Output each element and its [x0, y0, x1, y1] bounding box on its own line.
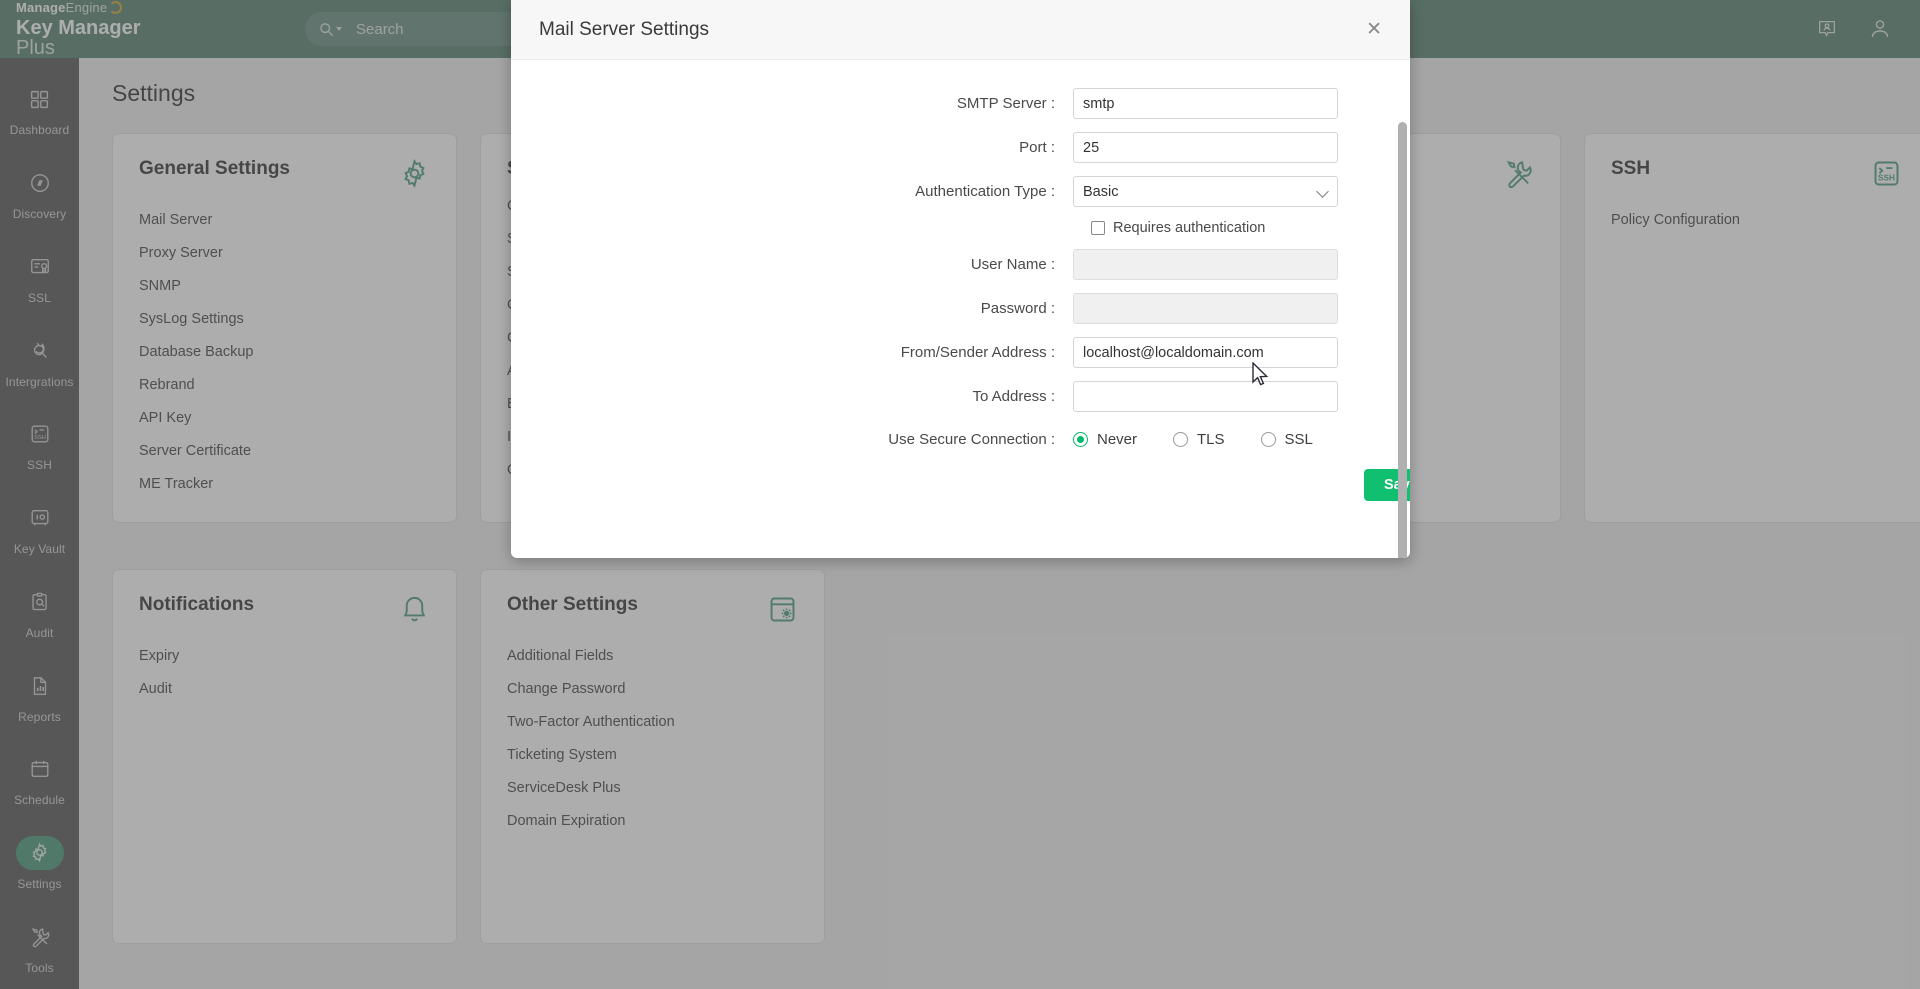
- field-row-authentication-type: Authentication Type : Basic: [511, 176, 1410, 207]
- requires-authentication-label: Requires authentication: [1113, 220, 1265, 236]
- smtp-server-label: SMTP Server :: [511, 95, 1073, 112]
- user-name-label: User Name :: [511, 256, 1073, 273]
- field-row-smtp-server: SMTP Server :: [511, 88, 1410, 119]
- password-input[interactable]: [1073, 293, 1338, 324]
- to-address-label: To Address :: [511, 388, 1073, 405]
- dialog-body: SMTP Server : Port : Authentication Type…: [511, 60, 1410, 558]
- from-sender-address-label: From/Sender Address :: [511, 344, 1073, 361]
- dialog-header: Mail Server Settings ✕: [511, 0, 1410, 60]
- field-row-password: Password :: [511, 293, 1410, 324]
- mail-server-settings-dialog: Mail Server Settings ✕ SMTP Server : Por…: [511, 0, 1410, 558]
- secure-connection-radio-group: Never TLS SSL: [1073, 431, 1313, 448]
- dialog-title: Mail Server Settings: [539, 19, 709, 41]
- radio-ssl-input[interactable]: [1261, 432, 1276, 447]
- use-secure-connection-label: Use Secure Connection :: [511, 431, 1073, 448]
- field-row-use-secure-connection: Use Secure Connection : Never TLS SSL: [511, 431, 1410, 448]
- close-icon[interactable]: ✕: [1360, 14, 1388, 45]
- user-name-input[interactable]: [1073, 249, 1338, 280]
- mouse-cursor: [1251, 362, 1271, 395]
- radio-option-never[interactable]: Never: [1073, 431, 1137, 448]
- port-label: Port :: [511, 139, 1073, 156]
- to-address-input[interactable]: [1073, 381, 1338, 412]
- radio-option-tls[interactable]: TLS: [1173, 431, 1225, 448]
- requires-authentication-checkbox[interactable]: [1091, 221, 1105, 235]
- radio-tls-label: TLS: [1197, 431, 1225, 448]
- authentication-type-label: Authentication Type :: [511, 183, 1073, 200]
- radio-never-input[interactable]: [1073, 432, 1088, 447]
- smtp-server-input[interactable]: [1073, 88, 1338, 119]
- field-row-user-name: User Name :: [511, 249, 1410, 280]
- radio-tls-input[interactable]: [1173, 432, 1188, 447]
- radio-option-ssl[interactable]: SSL: [1261, 431, 1313, 448]
- requires-authentication-row[interactable]: Requires authentication: [1091, 220, 1410, 236]
- dialog-scrollbar[interactable]: [1398, 122, 1407, 558]
- authentication-type-select-wrap[interactable]: Basic: [1073, 176, 1338, 207]
- field-row-from-sender-address: From/Sender Address :: [511, 337, 1410, 368]
- radio-never-label: Never: [1097, 431, 1137, 448]
- from-sender-address-input[interactable]: [1073, 337, 1338, 368]
- field-row-port: Port :: [511, 132, 1410, 163]
- authentication-type-select[interactable]: Basic: [1073, 176, 1338, 207]
- port-input[interactable]: [1073, 132, 1338, 163]
- password-label: Password :: [511, 300, 1073, 317]
- radio-ssl-label: SSL: [1285, 431, 1313, 448]
- field-row-to-address: To Address :: [511, 381, 1410, 412]
